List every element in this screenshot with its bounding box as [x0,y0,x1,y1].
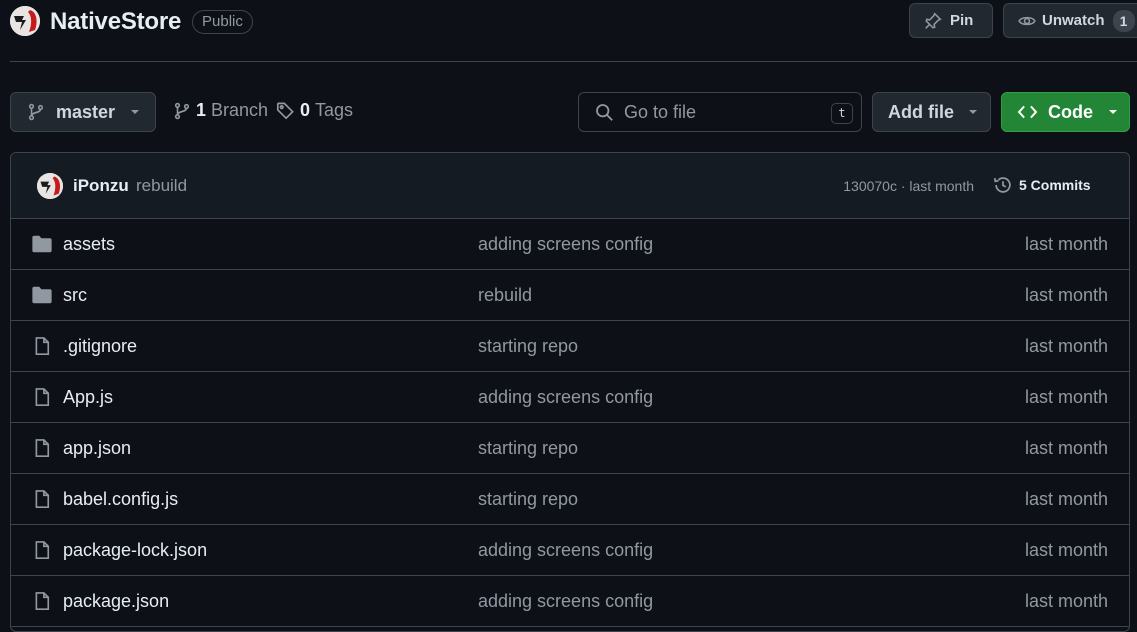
file-name[interactable]: app.json [63,438,131,459]
file-commit-date: last month [1024,336,1108,356]
tag-icon [276,101,295,120]
file-commit-message[interactable]: starting repo [478,489,578,510]
eye-icon [1018,12,1036,30]
file-icon [31,489,53,509]
commit-message[interactable]: rebuild [136,176,187,196]
chevron-down-icon [129,106,141,118]
pin-button[interactable]: Pin [909,3,993,38]
pin-icon [924,11,942,30]
owner-avatar[interactable] [10,6,40,36]
file-name[interactable]: babel.config.js [63,489,178,510]
watch-count: 1 [1112,9,1135,32]
chevron-down-icon [1107,106,1119,118]
file-browser: iPonzu rebuild 130070c · last month 5 Co… [10,152,1130,632]
file-row[interactable]: .gitignore starting repo last month [11,321,1129,372]
branches-label: Branch [211,100,269,120]
file-name[interactable]: package.json [63,591,169,612]
tags-link[interactable]: 0 Tags [276,100,353,121]
branch-icon [173,102,191,120]
file-row[interactable]: app.json starting repo last month [11,423,1129,474]
file-name[interactable]: assets [63,234,115,255]
go-to-file-search[interactable]: t [578,92,862,132]
branch-icon [27,103,45,121]
file-name[interactable]: App.js [63,387,113,408]
file-icon [31,387,53,407]
file-commit-message[interactable]: starting repo [478,438,578,459]
file-icon [31,336,53,356]
search-shortcut-key: t [831,103,853,124]
latest-commit-bar: iPonzu rebuild 130070c · last month 5 Co… [11,153,1129,219]
file-name[interactable]: package-lock.json [63,540,207,561]
file-commit-date: last month [1024,387,1108,407]
file-commit-message[interactable]: adding screens config [478,387,653,408]
commit-hash-date[interactable]: 130070c · last month [843,178,974,194]
watch-label: Unwatch [1042,12,1105,29]
file-icon [31,438,53,458]
file-commit-date: last month [1024,285,1108,305]
header-divider [10,61,1137,62]
file-row[interactable]: App.js adding screens config last month [11,372,1129,423]
folder-icon [31,234,53,254]
file-icon [31,540,53,560]
commit-author[interactable]: iPonzu [73,176,129,196]
search-input[interactable] [624,101,824,123]
file-row[interactable]: package-lock.json adding screens config … [11,525,1129,576]
add-file-button[interactable]: Add file [872,92,991,132]
branches-link[interactable]: 1 Branch [173,100,268,121]
file-row[interactable]: assets adding screens config last month [11,219,1129,270]
file-commit-message[interactable]: rebuild [478,285,532,306]
chevron-down-icon [967,106,979,118]
branches-count: 1 [196,100,207,120]
file-commit-message[interactable]: starting repo [478,336,578,357]
code-button[interactable]: Code [1001,92,1130,132]
file-commit-message[interactable]: adding screens config [478,591,653,612]
pin-label: Pin [950,12,974,29]
commits-history-link[interactable]: 5 Commits [993,175,1091,195]
code-icon [1017,103,1038,121]
file-commit-message[interactable]: adding screens config [478,540,653,561]
tags-count: 0 [300,100,311,120]
repo-name[interactable]: NativeStore [50,8,181,36]
file-commit-date: last month [1024,540,1108,560]
branch-select[interactable]: master [10,92,156,132]
file-commit-date: last month [1024,489,1108,509]
file-row[interactable]: babel.config.js starting repo last month [11,474,1129,525]
file-name[interactable]: src [63,285,87,306]
file-row[interactable]: package.json adding screens config last … [11,576,1129,627]
history-icon [993,175,1013,195]
folder-icon [31,285,53,305]
file-commit-date: last month [1024,438,1108,458]
author-avatar[interactable] [37,173,63,199]
file-commit-date: last month [1024,591,1108,611]
file-commit-message[interactable]: adding screens config [478,234,653,255]
commits-count-label: 5 Commits [1019,177,1091,193]
add-file-label: Add file [888,101,954,122]
visibility-badge: Public [192,10,253,34]
watch-button[interactable]: Unwatch 1 [1003,3,1137,38]
branch-name: master [56,101,116,122]
file-icon [31,591,53,611]
code-label: Code [1048,101,1093,122]
file-commit-date: last month [1024,234,1108,254]
search-icon [595,103,614,122]
file-row[interactable]: src rebuild last month [11,270,1129,321]
tags-label: Tags [315,100,354,120]
file-name[interactable]: .gitignore [63,336,137,357]
